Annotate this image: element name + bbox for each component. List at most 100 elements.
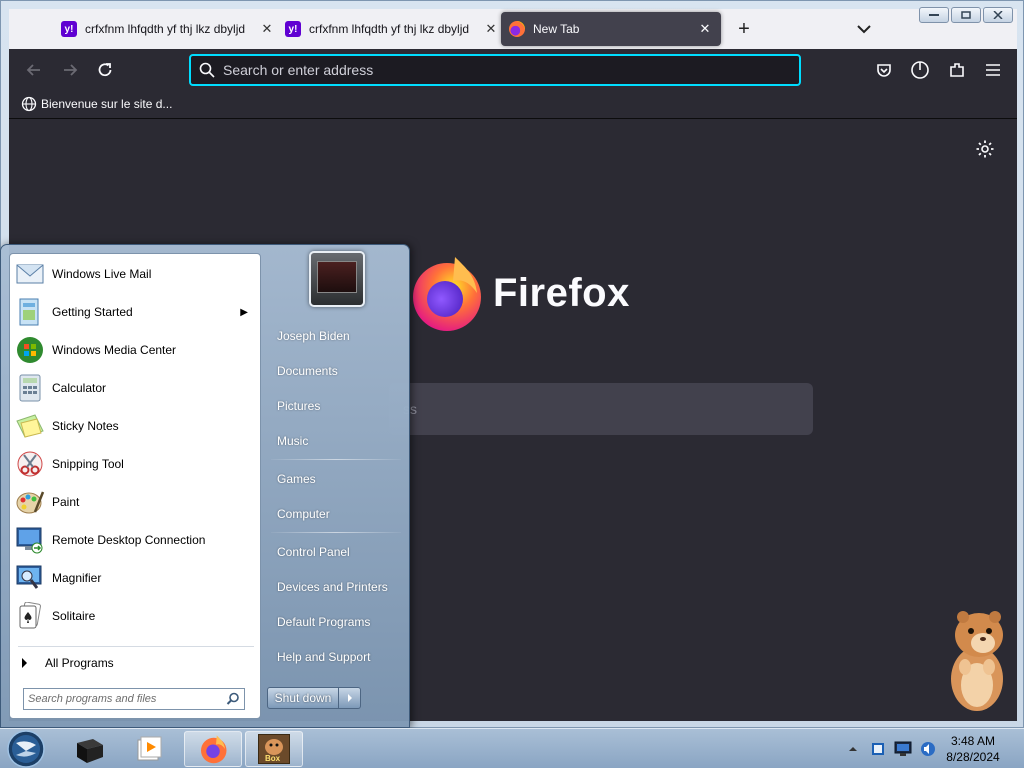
back-arrow-icon[interactable]: [23, 59, 45, 81]
solitaire-icon: [14, 600, 46, 632]
remote-desktop-icon: [14, 524, 46, 556]
media-center-icon: [14, 334, 46, 366]
link-computer[interactable]: Computer: [269, 499, 403, 529]
all-programs-button[interactable]: All Programs: [18, 652, 254, 674]
close-tab-icon[interactable]: ✕: [483, 21, 499, 37]
start-orb-button[interactable]: [4, 729, 48, 768]
paint-palette-icon: [14, 486, 46, 518]
start-search-input[interactable]: [28, 693, 218, 705]
start-menu: Windows Live Mail Getting Started ▶ Wind…: [0, 244, 410, 728]
taskbar: Box 3:48 AM 8/28/2024: [0, 728, 1024, 768]
separator: [18, 646, 254, 647]
scissors-icon: [14, 448, 46, 480]
close-window-button[interactable]: [983, 7, 1013, 23]
reload-icon[interactable]: [94, 59, 116, 81]
search-icon[interactable]: [226, 692, 240, 706]
link-help-and-support[interactable]: Help and Support: [269, 642, 403, 672]
close-tab-icon[interactable]: ✕: [697, 21, 713, 37]
extensions-puzzle-icon[interactable]: [946, 59, 968, 81]
link-control-panel[interactable]: Control Panel: [269, 537, 403, 567]
taskbar-media-player[interactable]: [120, 731, 178, 767]
firefox-icon: [201, 735, 227, 764]
program-paint[interactable]: Paint: [12, 484, 258, 520]
calculator-icon: [14, 372, 46, 404]
tab-title: crfxfnm lhfqdth yf thj lkz dbyljd: [85, 22, 246, 36]
hamburger-menu-icon[interactable]: [982, 59, 1004, 81]
magnifier-icon: [14, 562, 46, 594]
terminal-icon: [77, 739, 103, 763]
show-hidden-icons-chevron-up-icon[interactable]: [842, 738, 864, 760]
address-input[interactable]: [223, 62, 783, 78]
bookmarks-toolbar: Bienvenue sur le site d...: [9, 91, 1017, 119]
program-getting-started[interactable]: Getting Started ▶: [12, 294, 258, 330]
url-bar[interactable]: [189, 54, 801, 86]
firefox-wordmark: Firefox: [493, 271, 630, 315]
clock-date: 8/28/2024: [946, 750, 1000, 764]
getting-started-icon: [14, 296, 46, 328]
close-tab-icon[interactable]: ✕: [259, 21, 275, 37]
program-calculator[interactable]: Calculator: [12, 370, 258, 406]
media-player-icon: [137, 736, 162, 761]
yahoo-icon: y!: [285, 21, 301, 37]
program-snipping-tool[interactable]: Snipping Tool: [12, 446, 258, 482]
pocket-icon[interactable]: [873, 59, 895, 81]
newtab-search-box[interactable]: ss: [389, 383, 813, 435]
start-menu-programs-pane: Windows Live Mail Getting Started ▶ Wind…: [9, 253, 261, 719]
start-search-field[interactable]: [23, 688, 245, 710]
firefox-logo-icon: [413, 257, 481, 331]
link-user-folder[interactable]: Joseph Biden: [269, 321, 403, 351]
clock-time: 3:48 AM: [950, 734, 996, 748]
program-windows-live-mail[interactable]: Windows Live Mail: [12, 256, 258, 292]
window-controls: [919, 7, 1013, 23]
bookmark-label: Bienvenue sur le site d...: [41, 97, 173, 111]
program-windows-media-center[interactable]: Windows Media Center: [12, 332, 258, 368]
mail-icon: [14, 258, 46, 290]
tab-3-active[interactable]: New Tab ✕: [501, 12, 721, 46]
separator: [271, 459, 401, 460]
link-default-programs[interactable]: Default Programs: [269, 607, 403, 637]
link-music[interactable]: Music: [269, 426, 403, 456]
tab-1[interactable]: y! crfxfnm lhfqdth yf thj lkz dbyljd ✕: [53, 12, 283, 46]
system-tray: [842, 729, 942, 768]
taskbar-firefox[interactable]: [184, 731, 242, 767]
taskbar-terminal[interactable]: [60, 731, 118, 767]
link-games[interactable]: Games: [269, 464, 403, 494]
restore-button[interactable]: [951, 7, 981, 23]
program-magnifier[interactable]: Magnifier: [12, 560, 258, 596]
globe-icon: [21, 96, 37, 112]
yahoo-icon: y!: [61, 21, 77, 37]
game-badge: Box: [265, 754, 281, 763]
program-solitaire[interactable]: Solitaire: [12, 598, 258, 634]
tab-title: crfxfnm lhfqdth yf thj lkz dbyljd: [309, 22, 470, 36]
forward-arrow-icon[interactable]: [59, 59, 81, 81]
gear-icon[interactable]: [975, 139, 995, 159]
nav-toolbar: [9, 49, 1017, 91]
account-sync-icon[interactable]: [909, 59, 931, 81]
shutdown-control: Shut down: [267, 687, 361, 709]
system-clock[interactable]: 3:48 AM 8/28/2024: [936, 733, 1010, 765]
link-devices-and-printers[interactable]: Devices and Printers: [269, 572, 403, 602]
link-pictures[interactable]: Pictures: [269, 391, 403, 421]
sticky-notes-icon: [14, 410, 46, 442]
minimize-button[interactable]: [919, 7, 949, 23]
tab-2[interactable]: y! crfxfnm lhfqdth yf thj lkz dbyljd ✕: [277, 12, 507, 46]
user-avatar[interactable]: [309, 251, 365, 307]
expand-arrow-icon: [22, 658, 27, 668]
taskbar-hamster-game[interactable]: Box: [245, 731, 303, 767]
new-tab-button[interactable]: +: [733, 19, 755, 39]
action-center-flag-icon[interactable]: [867, 738, 889, 760]
program-remote-desktop-connection[interactable]: Remote Desktop Connection: [12, 522, 258, 558]
submenu-arrow-icon: ▶: [240, 306, 248, 318]
list-all-tabs-chevron-down-icon[interactable]: [853, 19, 875, 39]
shut-down-button[interactable]: Shut down: [267, 687, 339, 709]
network-monitor-icon[interactable]: [892, 738, 914, 760]
bookmark-item[interactable]: Bienvenue sur le site d...: [21, 96, 172, 112]
hamster-sticker-icon: [951, 611, 1003, 711]
tab-title: New Tab: [533, 22, 580, 36]
program-sticky-notes[interactable]: Sticky Notes: [12, 408, 258, 444]
firefox-icon: [509, 21, 525, 37]
hamster-game-icon: Box: [258, 734, 290, 764]
shutdown-options-arrow-icon[interactable]: [339, 687, 361, 709]
tab-strip: y! crfxfnm lhfqdth yf thj lkz dbyljd ✕ y…: [9, 9, 1017, 49]
link-documents[interactable]: Documents: [269, 356, 403, 386]
